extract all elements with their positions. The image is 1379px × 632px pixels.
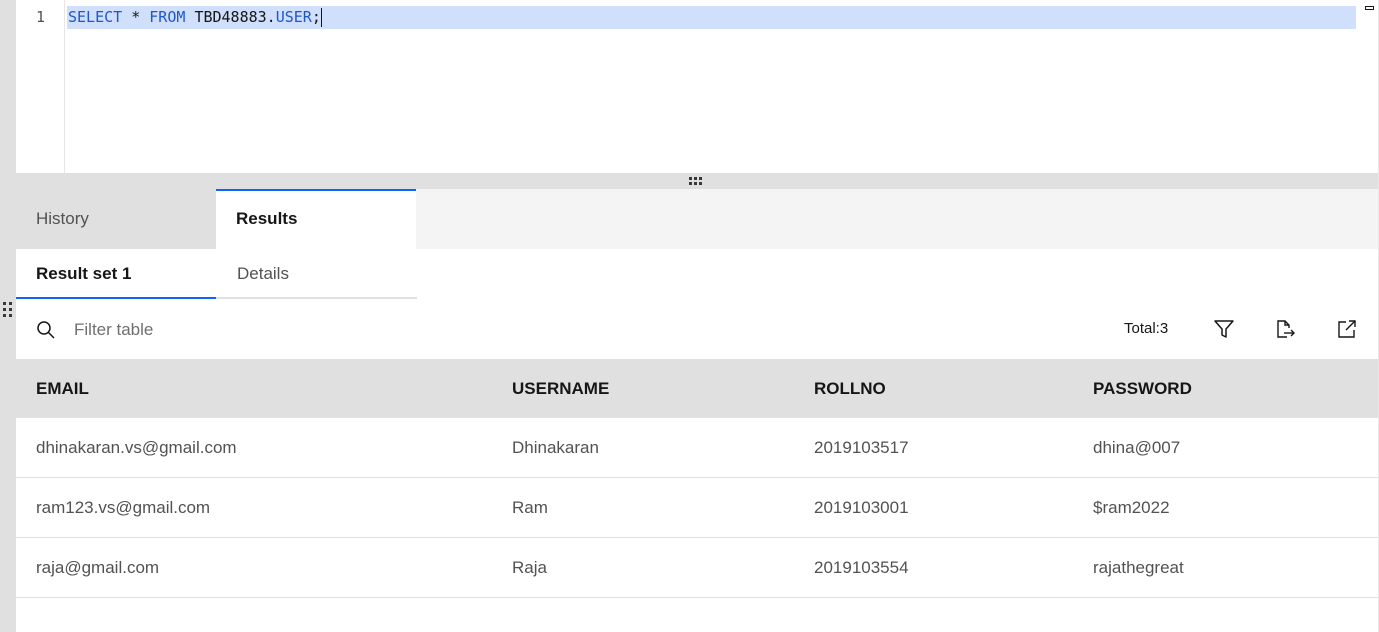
code-star: * <box>131 8 141 26</box>
cell-username: Dhinakaran <box>512 438 599 457</box>
text-cursor <box>320 8 322 27</box>
table-row[interactable]: ram123.vs@gmail.com Ram 2019103001 $ram2… <box>16 478 1378 538</box>
column-header-password[interactable]: PASSWORD <box>1073 359 1378 418</box>
result-subtabs: Result set 1 Details <box>16 249 417 299</box>
cell-email: ram123.vs@gmail.com <box>36 498 211 517</box>
tab-history[interactable]: History <box>16 189 216 249</box>
table-row[interactable]: dhinakaran.vs@gmail.com Dhinakaran 20191… <box>16 418 1378 478</box>
cell-username: Raja <box>512 558 547 577</box>
side-drag-handle-icon[interactable] <box>3 302 13 318</box>
export-icon <box>1277 320 1295 338</box>
main-tabs: History Results <box>16 189 1378 249</box>
results-panel: Result set 1 Details Total:3 <box>16 249 1378 632</box>
popout-icon <box>1338 320 1356 338</box>
cell-rollno: 2019103001 <box>814 498 909 517</box>
cell-rollno: 2019103554 <box>814 558 909 577</box>
cell-password: rajathegreat <box>1093 558 1184 577</box>
filter-icon <box>1214 320 1234 338</box>
cell-email: raja@gmail.com <box>36 558 160 577</box>
filter-button[interactable] <box>1211 316 1237 342</box>
keyword-select: SELECT <box>68 8 123 26</box>
code-line[interactable]: SELECT * FROM TBD48883.USER; <box>67 6 1356 29</box>
tab-results[interactable]: Results <box>216 189 416 249</box>
cell-username: Ram <box>512 498 548 517</box>
minimize-icon[interactable] <box>1365 6 1374 10</box>
line-number: 1 <box>36 8 46 26</box>
cell-rollno: 2019103517 <box>814 438 909 457</box>
keyword-from: FROM <box>149 8 186 26</box>
export-button[interactable] <box>1272 316 1298 342</box>
sql-editor[interactable]: 1 SELECT * FROM TBD48883.USER; <box>16 0 1378 173</box>
pane-splitter[interactable] <box>16 173 1378 189</box>
subtab-details[interactable]: Details <box>217 249 417 299</box>
table-header: EMAIL USERNAME ROLLNO PASSWORD <box>16 359 1378 418</box>
cell-email: dhinakaran.vs@gmail.com <box>36 438 237 457</box>
left-rail <box>0 0 16 632</box>
splitter-drag-handle-icon[interactable] <box>689 177 705 185</box>
search-icon <box>37 321 55 339</box>
table-toolbar: Total:3 <box>16 301 1378 359</box>
line-gutter: 1 <box>16 0 65 173</box>
code-end: ; <box>311 8 321 26</box>
results-table: EMAIL USERNAME ROLLNO PASSWORD dhinakara… <box>16 359 1378 598</box>
popout-button[interactable] <box>1334 316 1360 342</box>
column-header-username[interactable]: USERNAME <box>492 359 794 418</box>
cell-password: dhina@007 <box>1093 438 1181 457</box>
table-row[interactable]: raja@gmail.com Raja 2019103554 rajathegr… <box>16 538 1378 598</box>
code-schema: TBD48883. <box>194 8 276 26</box>
column-header-rollno[interactable]: ROLLNO <box>794 359 1073 418</box>
code-table: USER <box>275 8 312 26</box>
column-header-email[interactable]: EMAIL <box>16 359 492 418</box>
total-count: Total:3 <box>1124 320 1169 337</box>
cell-password: $ram2022 <box>1093 498 1170 517</box>
filter-table-input[interactable] <box>74 315 474 345</box>
subtab-result-set-1[interactable]: Result set 1 <box>16 249 216 299</box>
